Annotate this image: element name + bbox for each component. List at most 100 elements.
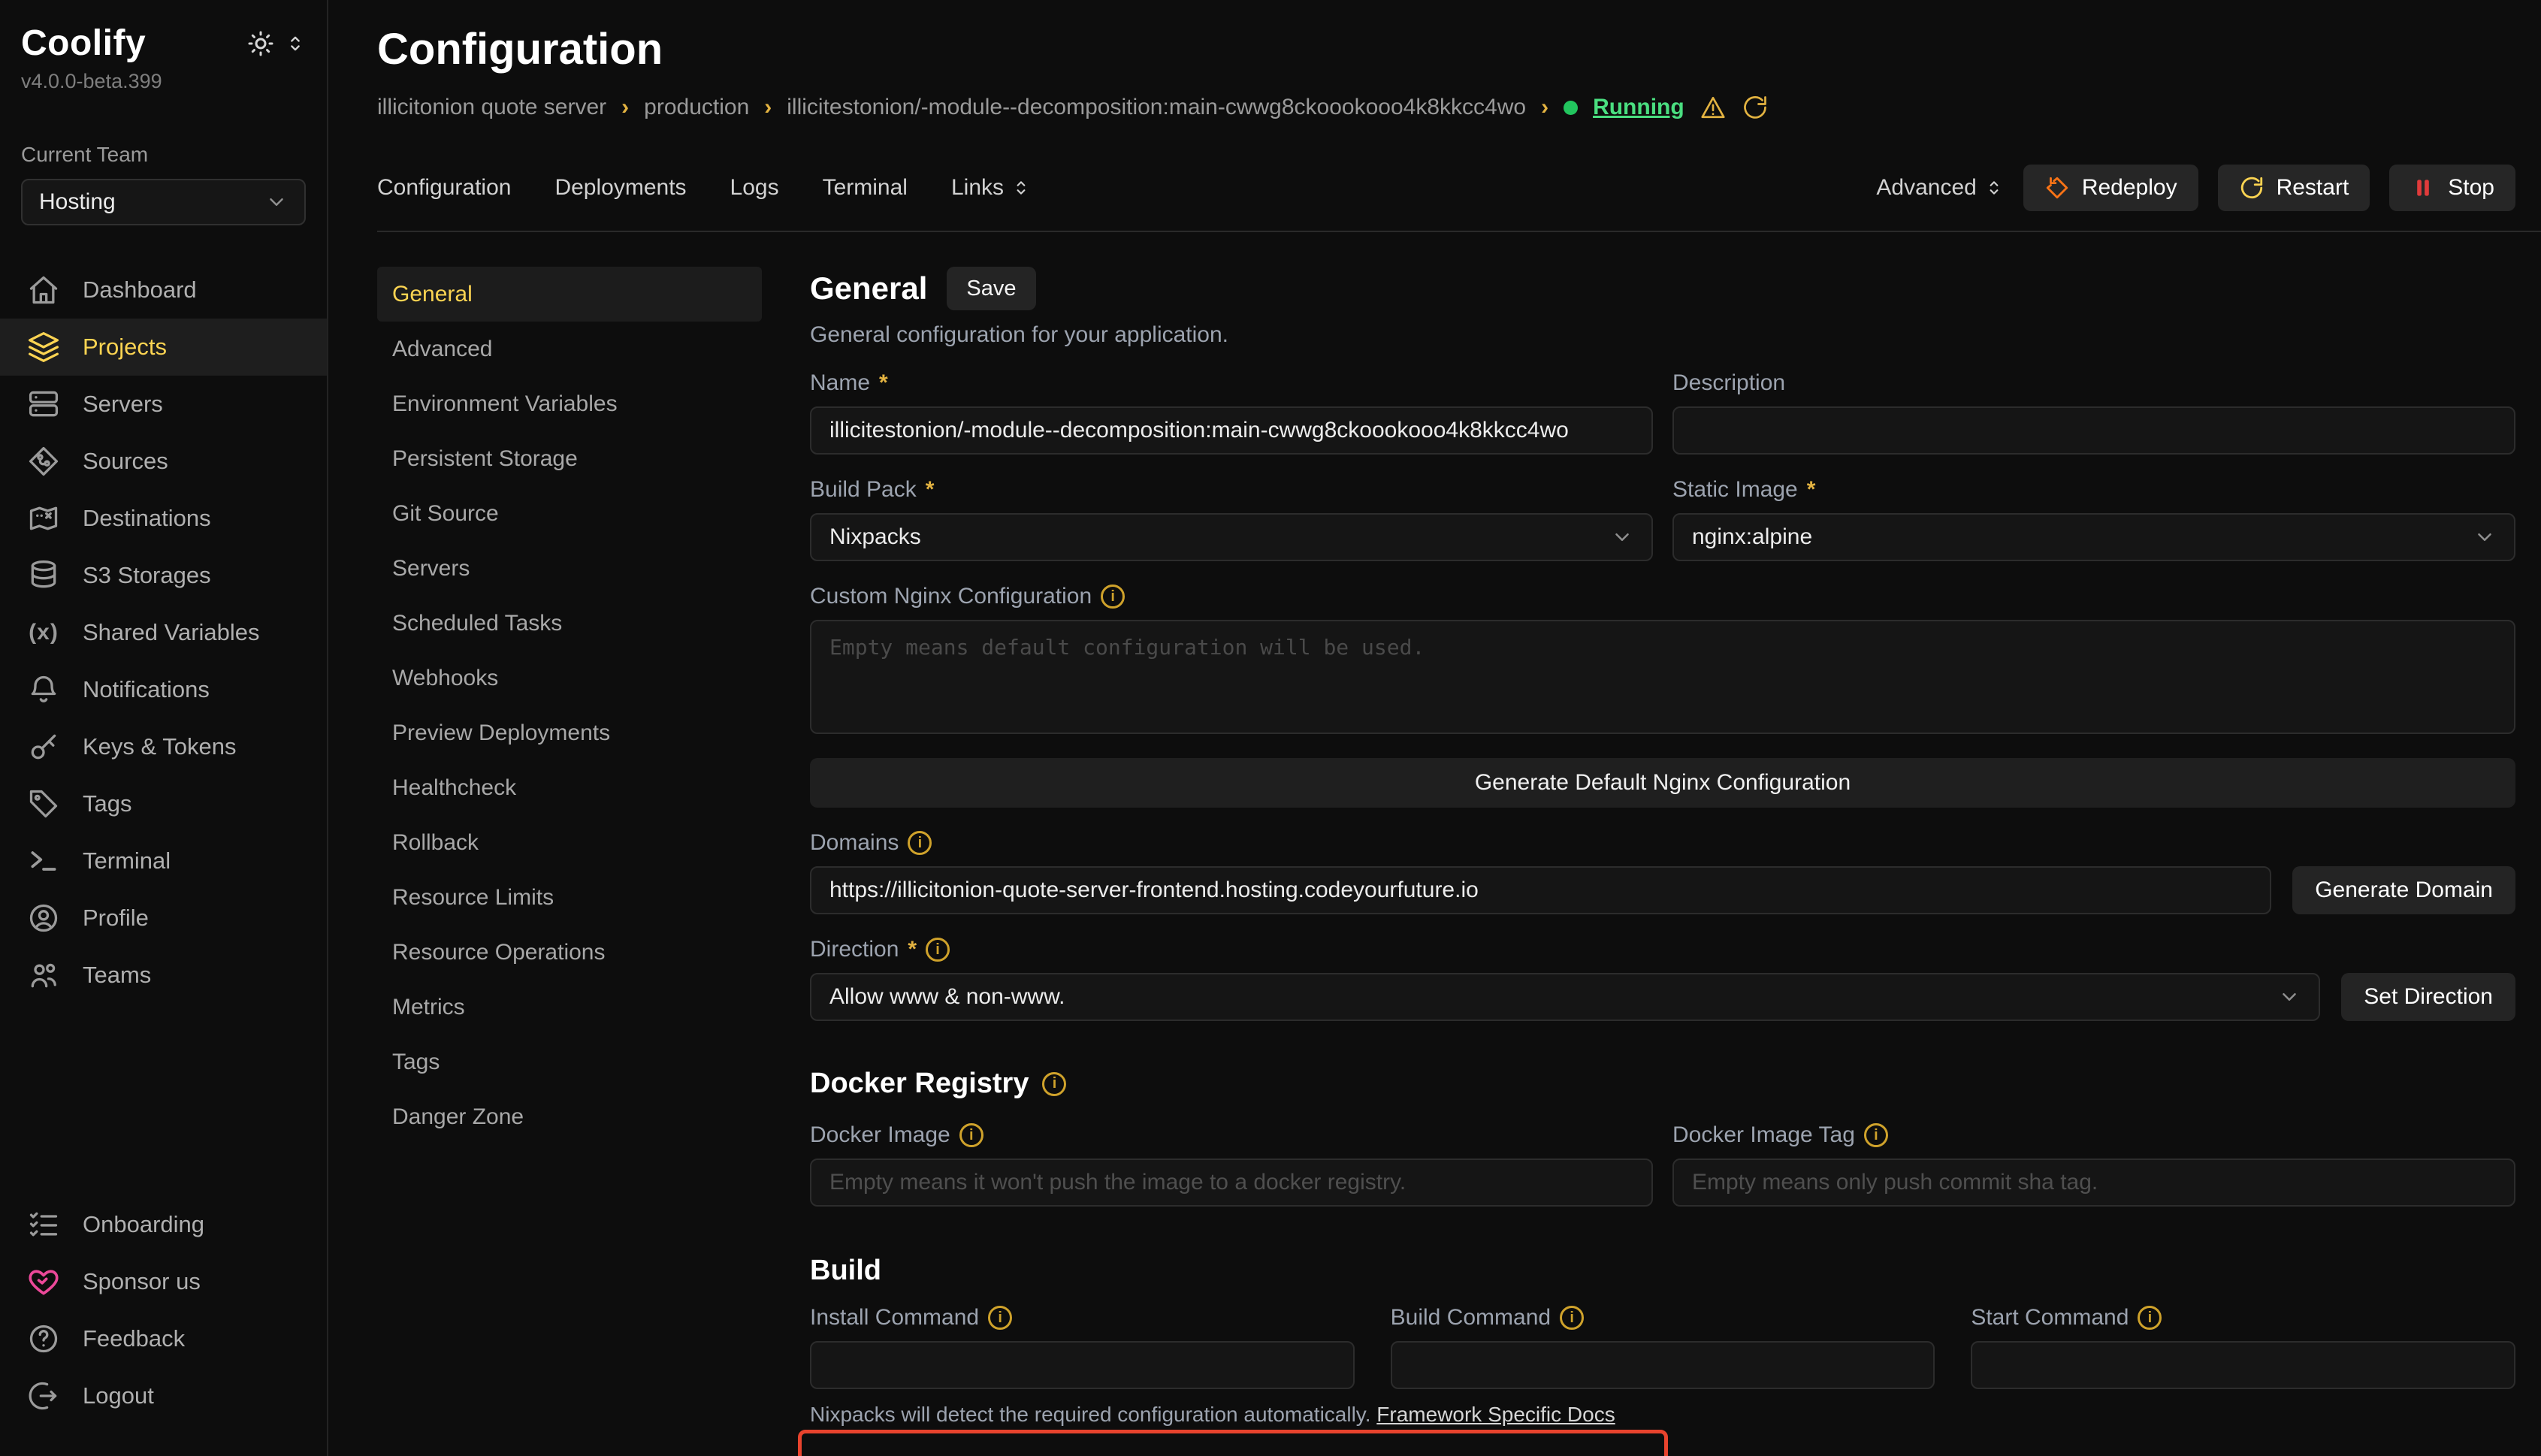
name-label-row: Name* [810,370,1653,396]
framework-docs-link[interactable]: Framework Specific Docs [1376,1403,1615,1426]
generate-nginx-button[interactable]: Generate Default Nginx Configuration [810,758,2515,808]
stop-label: Stop [2448,175,2494,201]
sidebar-item-terminal[interactable]: Terminal [0,832,327,890]
breadcrumb-application[interactable]: illicitestonion/-module--decomposition:m… [787,95,1526,120]
team-select[interactable]: Hosting [21,179,306,225]
advanced-dropdown[interactable]: Advanced [1876,175,2003,201]
sidebar-item-sources[interactable]: Sources [0,433,327,490]
sidebar-item-label: Terminal [83,847,171,875]
info-icon[interactable]: i [2138,1306,2162,1330]
subnav-persistent-storage[interactable]: Persistent Storage [377,431,762,486]
save-button[interactable]: Save [947,267,1035,310]
subnav-servers[interactable]: Servers [377,541,762,596]
subnav-tags[interactable]: Tags [377,1035,762,1089]
sidebar-item-label: Teams [83,962,151,989]
breadcrumb-environment[interactable]: production [644,95,749,120]
description-input[interactable] [1672,406,2515,455]
sidebar-item-logout[interactable]: Logout [0,1367,327,1424]
subnav-scheduled-tasks[interactable]: Scheduled Tasks [377,596,762,651]
sidebar-item-feedback[interactable]: Feedback [0,1310,327,1367]
build-command-input[interactable] [1391,1341,1935,1389]
sidebar-item-dashboard[interactable]: Dashboard [0,261,327,319]
chevron-down-icon [2278,986,2301,1008]
build-command-label: Build Command [1391,1305,1551,1331]
set-direction-button[interactable]: Set Direction [2341,973,2515,1021]
breadcrumb-project[interactable]: illicitonion quote server [377,95,606,120]
start-command-input[interactable] [1971,1341,2515,1389]
sidebar-item-sponsor[interactable]: Sponsor us [0,1253,327,1310]
info-icon[interactable]: i [908,831,932,855]
static-image-select[interactable]: nginx:alpine [1672,513,2515,561]
tab-links[interactable]: Links [951,175,1031,201]
toolbar-actions: Advanced Redeploy Restart Stop [1876,165,2515,211]
info-icon[interactable]: i [926,938,950,962]
map-icon [27,502,60,535]
sidebar-item-label: Destinations [83,505,211,532]
app-root: Coolify v4.0.0-beta.399 Current Team Hos… [0,0,2541,1456]
sidebar-item-projects[interactable]: Projects [0,319,327,376]
sidebar-item-servers[interactable]: Servers [0,376,327,433]
info-icon[interactable]: i [1101,585,1125,609]
settings-subnav: General Advanced Environment Variables P… [377,267,762,1456]
subnav-resource-limits[interactable]: Resource Limits [377,870,762,925]
build-pack-select[interactable]: Nixpacks [810,513,1653,561]
sidebar-item-shared-variables[interactable]: (x) Shared Variables [0,604,327,661]
theme-sun-icon[interactable] [247,30,274,57]
subnav-metrics[interactable]: Metrics [377,980,762,1035]
user-icon [27,902,60,935]
subnav-rollback[interactable]: Rollback [377,815,762,870]
heart-icon [27,1265,60,1298]
tab-configuration[interactable]: Configuration [377,175,511,201]
stop-button[interactable]: Stop [2389,165,2515,211]
sidebar-item-onboarding[interactable]: Onboarding [0,1196,327,1253]
name-input[interactable] [810,406,1653,455]
status-badge[interactable]: Running [1593,95,1684,120]
chevron-right-icon: › [764,95,772,120]
custom-nginx-textarea[interactable] [810,620,2515,734]
subnav-healthcheck[interactable]: Healthcheck [377,760,762,815]
refresh-icon[interactable] [1742,94,1769,121]
subnav-webhooks[interactable]: Webhooks [377,651,762,705]
theme-chevrons-icon[interactable] [285,33,306,54]
sidebar-item-tags[interactable]: Tags [0,775,327,832]
info-icon[interactable]: i [988,1306,1012,1330]
warning-icon[interactable] [1700,94,1727,121]
subnav-preview-deployments[interactable]: Preview Deployments [377,705,762,760]
home-icon [27,273,60,307]
tag-icon [27,787,60,820]
generate-domain-button[interactable]: Generate Domain [2292,866,2515,914]
install-command-input[interactable] [810,1341,1355,1389]
info-icon[interactable]: i [1042,1072,1066,1096]
sidebar-item-keys-tokens[interactable]: Keys & Tokens [0,718,327,775]
sidebar-item-notifications[interactable]: Notifications [0,661,327,718]
subnav-environment-variables[interactable]: Environment Variables [377,376,762,431]
info-icon[interactable]: i [959,1123,983,1147]
subnav-advanced[interactable]: Advanced [377,322,762,376]
restart-button[interactable]: Restart [2218,165,2370,211]
sidebar-item-label: Tags [83,790,131,817]
sidebar-item-profile[interactable]: Profile [0,890,327,947]
info-icon[interactable]: i [1864,1123,1888,1147]
docker-image-tag-input[interactable] [1672,1158,2515,1207]
subnav-danger-zone[interactable]: Danger Zone [377,1089,762,1144]
direction-select[interactable]: Allow www & non-www. [810,973,2320,1021]
required-asterisk: * [879,370,888,396]
subnav-resource-operations[interactable]: Resource Operations [377,925,762,980]
info-icon[interactable]: i [1560,1306,1584,1330]
tab-logs[interactable]: Logs [730,175,779,201]
tab-terminal[interactable]: Terminal [823,175,908,201]
nixpacks-note-text: Nixpacks will detect the required config… [810,1403,1371,1426]
sidebar-item-teams[interactable]: Teams [0,947,327,1004]
sidebar-item-s3-storages[interactable]: S3 Storages [0,547,327,604]
domains-input[interactable] [810,866,2271,914]
docker-image-input[interactable] [810,1158,1653,1207]
redeploy-button[interactable]: Redeploy [2023,165,2198,211]
subnav-general[interactable]: General [377,267,762,322]
custom-nginx-label: Custom Nginx Configuration [810,584,1092,609]
subnav-git-source[interactable]: Git Source [377,486,762,541]
tab-links-label: Links [951,175,1004,201]
tab-deployments[interactable]: Deployments [554,175,686,201]
docker-image-tag-label: Docker Image Tag [1672,1122,1855,1148]
sidebar-item-label: Shared Variables [83,619,260,646]
sidebar-item-destinations[interactable]: Destinations [0,490,327,547]
